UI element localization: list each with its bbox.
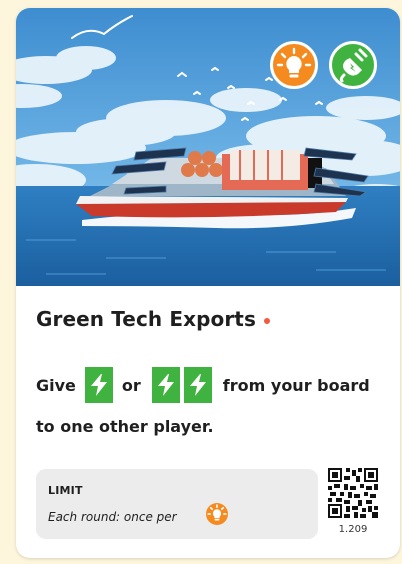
- card-title: Green Tech Exports: [36, 307, 256, 331]
- limit-label: LIMIT: [48, 484, 83, 497]
- lightning-bolt-icon: [183, 367, 212, 403]
- limit-text: Each round: once per: [48, 510, 177, 524]
- qr-code: [328, 468, 378, 518]
- effect-text-or: or: [121, 375, 141, 395]
- lightbulb-icon: [270, 41, 318, 89]
- lightning-bolt-icon: [84, 367, 113, 403]
- card-title-row: Green Tech Exports: [36, 307, 270, 331]
- effect-text-from-board: from your board: [222, 375, 370, 395]
- title-dot: [263, 317, 270, 324]
- game-card: Green Tech Exports Give or from your boa…: [16, 8, 400, 558]
- card-code: 1.209: [338, 524, 368, 535]
- effect-text-give: Give: [36, 375, 76, 395]
- limit-box: LIMIT Each round: once per: [36, 469, 318, 539]
- effect-line-2: to one other player.: [36, 417, 214, 436]
- lightbulb-icon: [206, 503, 228, 525]
- plug-icon: [329, 41, 377, 89]
- lightning-bolt-icon: [151, 367, 180, 403]
- effect-line-1: Give or from your board: [36, 367, 370, 403]
